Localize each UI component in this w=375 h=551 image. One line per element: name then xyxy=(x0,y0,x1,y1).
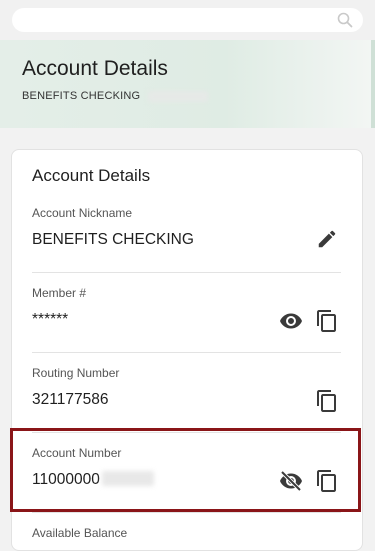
copy-icon[interactable] xyxy=(315,389,339,413)
account-subtitle: BENEFITS CHECKING xyxy=(22,90,209,102)
card-title: Account Details xyxy=(32,166,151,185)
account-number-label: Account Number xyxy=(32,446,122,460)
account-name: BENEFITS CHECKING xyxy=(22,90,141,102)
page-title: Account Details xyxy=(22,57,168,80)
top-bar xyxy=(0,0,375,40)
page-header: Account Details BENEFITS CHECKING xyxy=(0,40,375,128)
eye-off-icon[interactable] xyxy=(279,469,303,493)
available-balance-label: Available Balance xyxy=(32,526,128,540)
routing-number-value: 321177586 xyxy=(32,391,109,408)
search-input[interactable] xyxy=(12,8,363,32)
member-number-value: ****** xyxy=(32,311,69,328)
nickname-value: BENEFITS CHECKING xyxy=(32,231,194,248)
masked-account-digits xyxy=(101,471,154,486)
account-number-row: Account Number 11000000 xyxy=(32,433,341,513)
masked-account-suffix xyxy=(148,90,209,102)
edit-icon[interactable] xyxy=(316,228,338,250)
nickname-row: Account Nickname BENEFITS CHECKING xyxy=(32,193,341,273)
account-number-visible: 11000000 xyxy=(32,471,100,488)
search-icon[interactable] xyxy=(337,12,353,28)
account-number-value: 11000000 xyxy=(32,471,154,489)
member-number-row: Member # ****** xyxy=(32,273,341,353)
copy-icon[interactable] xyxy=(315,309,339,333)
routing-number-row: Routing Number 321177586 xyxy=(32,353,341,433)
account-details-card: Account Details Account Nickname BENEFIT… xyxy=(11,149,363,551)
eye-icon[interactable] xyxy=(279,309,303,333)
routing-number-label: Routing Number xyxy=(32,366,120,380)
nickname-label: Account Nickname xyxy=(32,206,133,220)
header-edge xyxy=(371,40,375,128)
copy-icon[interactable] xyxy=(315,469,339,493)
member-number-label: Member # xyxy=(32,286,87,300)
